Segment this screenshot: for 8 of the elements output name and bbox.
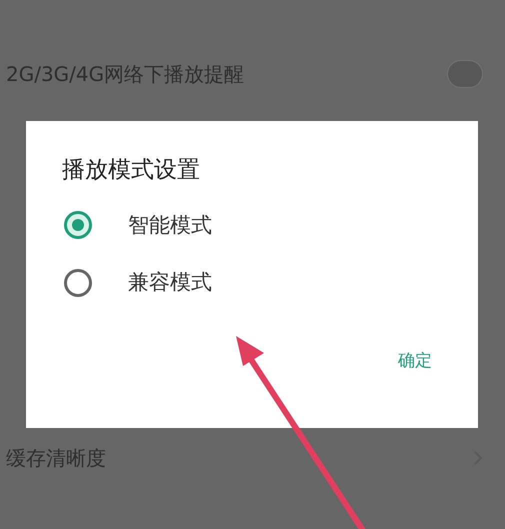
setting-label: 缓存清晰度 (6, 445, 106, 472)
toggle-switch[interactable] (447, 60, 483, 88)
radio-button[interactable] (64, 268, 92, 297)
option-label[interactable]: 兼容模式 (128, 267, 212, 298)
setting-label: 2G/3G/4G网络下播放提醒 (6, 61, 244, 88)
option-label[interactable]: 智能模式 (128, 210, 212, 241)
radio-button[interactable] (64, 211, 92, 240)
dialog-title: 播放模式设置 (62, 156, 200, 185)
